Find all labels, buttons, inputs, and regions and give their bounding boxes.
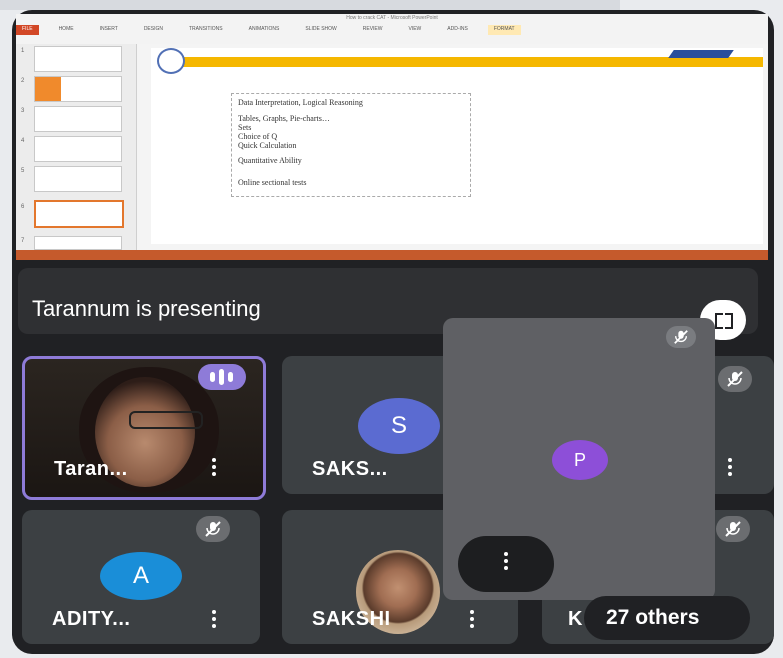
ppt-slide-panel: 1 2 3 4 5 6 7 bbox=[16, 44, 137, 250]
slide-thumbnail[interactable] bbox=[34, 46, 122, 72]
ppt-tab-insert[interactable]: INSERT bbox=[94, 25, 124, 35]
mic-off-icon bbox=[666, 326, 696, 348]
ppt-tab-addins[interactable]: ADD-INS bbox=[441, 25, 474, 35]
slide-line: Data Interpretation, Logical Reasoning bbox=[238, 98, 363, 107]
window-shine bbox=[0, 0, 620, 10]
ppt-tab-transitions[interactable]: TRANSITIONS bbox=[183, 25, 229, 35]
slide-thumbnail[interactable] bbox=[34, 76, 122, 102]
ppt-tab-view[interactable]: VIEW bbox=[403, 25, 428, 35]
slide-header-band bbox=[181, 57, 763, 67]
slide-line: Sets bbox=[238, 123, 252, 132]
slide-thumbnail[interactable] bbox=[34, 136, 122, 162]
slide-line: Online sectional tests bbox=[238, 178, 307, 187]
thumb-number: 5 bbox=[21, 168, 25, 174]
thumb-number: 6 bbox=[21, 204, 25, 210]
more-vert-icon[interactable] bbox=[212, 610, 216, 631]
ppt-tab-home[interactable]: HOME bbox=[53, 25, 80, 35]
mic-off-icon bbox=[716, 516, 750, 542]
participant-name: ADITY... bbox=[52, 608, 131, 630]
presenting-label: Tarannum is presenting bbox=[32, 296, 261, 321]
slide-thumbnail[interactable] bbox=[34, 236, 122, 250]
participant-name: SAKS... bbox=[312, 458, 388, 480]
slide: Data Interpretation, Logical Reasoning T… bbox=[151, 48, 763, 244]
slide-header-accent bbox=[668, 50, 734, 58]
thumb-number: 7 bbox=[21, 238, 25, 244]
institute-logo bbox=[157, 48, 185, 74]
more-vert-icon[interactable] bbox=[470, 610, 474, 631]
thumb-number: 1 bbox=[21, 48, 25, 54]
avatar: S bbox=[358, 398, 440, 454]
ppt-tabs: FILE HOME INSERT DESIGN TRANSITIONS ANIM… bbox=[16, 25, 521, 35]
thumb-number: 3 bbox=[21, 108, 25, 114]
more-vert-icon[interactable] bbox=[504, 552, 508, 573]
participant-name: SAKSHI bbox=[312, 608, 391, 630]
participant-name: K bbox=[568, 608, 583, 630]
slide-line: Quantitative Ability bbox=[238, 156, 302, 165]
mic-off-icon bbox=[718, 366, 752, 392]
participant-name: Taran... bbox=[54, 458, 128, 480]
more-vert-icon[interactable] bbox=[212, 458, 216, 479]
audio-level-icon bbox=[198, 364, 246, 390]
slide-line: Quick Calculation bbox=[238, 141, 297, 150]
ppt-status-bar bbox=[16, 250, 768, 260]
slide-thumbnail[interactable] bbox=[34, 166, 122, 192]
slide-line: Choice of Q bbox=[238, 132, 278, 141]
more-vert-icon[interactable] bbox=[728, 458, 732, 479]
avatar: P bbox=[552, 440, 608, 480]
ppt-tab-slideshow[interactable]: SLIDE SHOW bbox=[299, 25, 342, 35]
ppt-tab-design[interactable]: DESIGN bbox=[138, 25, 169, 35]
ppt-ribbon: How to crack CAT - Microsoft PowerPoint … bbox=[16, 14, 768, 45]
ppt-tab-review[interactable]: REVIEW bbox=[357, 25, 389, 35]
others-label[interactable]: 27 others bbox=[606, 606, 699, 630]
ppt-tab-file[interactable]: FILE bbox=[16, 25, 39, 35]
ppt-tab-animations[interactable]: ANIMATIONS bbox=[243, 25, 286, 35]
avatar: A bbox=[100, 552, 182, 600]
mic-off-icon bbox=[196, 516, 230, 542]
slide-thumbnail[interactable] bbox=[34, 106, 122, 132]
speaker-glasses bbox=[129, 411, 203, 429]
thumb-number: 2 bbox=[21, 78, 25, 84]
ppt-window-title: How to crack CAT - Microsoft PowerPoint bbox=[346, 15, 438, 21]
ppt-canvas: Data Interpretation, Logical Reasoning T… bbox=[137, 44, 768, 250]
slide-line: Tables, Graphs, Pie-charts… bbox=[238, 114, 330, 123]
ppt-tab-format[interactable]: FORMAT bbox=[487, 25, 521, 35]
slide-text-box[interactable]: Data Interpretation, Logical Reasoning T… bbox=[231, 93, 471, 197]
thumb-number: 4 bbox=[21, 138, 25, 144]
shared-screen: How to crack CAT - Microsoft PowerPoint … bbox=[16, 14, 768, 260]
slide-thumbnail-selected[interactable] bbox=[34, 200, 124, 228]
